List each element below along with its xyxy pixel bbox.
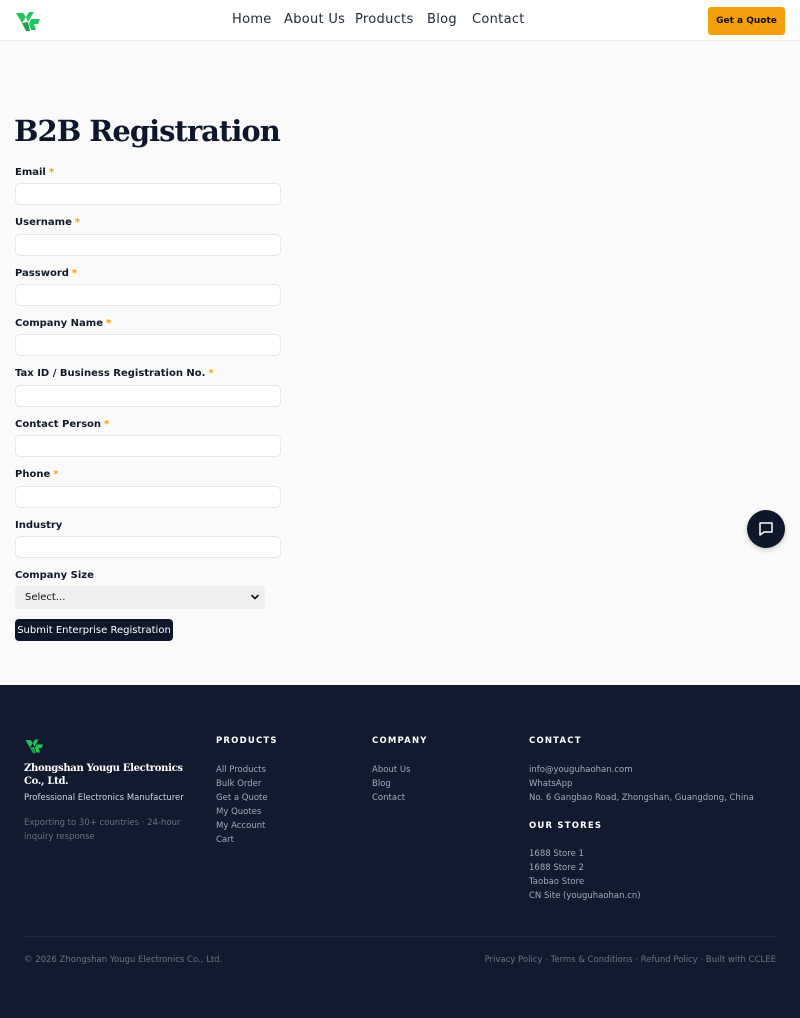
site-header: Home About Us Products Blog Contact Get … [0, 0, 800, 41]
tax-id-field[interactable] [15, 385, 281, 407]
main-nav: Home About Us Products Blog Contact [0, 12, 800, 30]
get-a-quote-button[interactable]: Get a Quote [708, 7, 785, 35]
footer-contact-whatsapp[interactable]: WhatsApp [529, 779, 572, 789]
page-title: B2B Registration [14, 114, 281, 148]
chat-button[interactable] [747, 510, 785, 548]
nav-home[interactable]: Home [232, 12, 272, 27]
footer-contact-email[interactable]: info@youguhaohan.com [529, 765, 632, 775]
footer-link-my-account[interactable]: My Account [216, 821, 265, 831]
footer-logo-icon [25, 739, 43, 754]
footer-description: Exporting to 30+ countries · 24-hour inq… [24, 818, 181, 842]
footer-company-heading: COMPANY [372, 736, 428, 746]
footer-legal-links[interactable]: Privacy Policy · Terms & Conditions · Re… [485, 955, 776, 965]
chevron-down-icon [251, 594, 259, 600]
footer-link-all-products[interactable]: All Products [216, 765, 266, 775]
username-field[interactable] [15, 234, 281, 256]
phone-label: Phone * [15, 469, 59, 480]
password-label: Password * [15, 268, 78, 279]
footer-link-cart[interactable]: Cart [216, 835, 234, 845]
site-footer [0, 685, 800, 1018]
company-size-select[interactable]: Select... [15, 586, 265, 609]
contact-person-field[interactable] [15, 435, 281, 457]
nav-products[interactable]: Products [355, 12, 414, 27]
username-label: Username * [15, 217, 81, 228]
company-name-field[interactable] [15, 334, 281, 356]
email-field[interactable] [15, 183, 281, 205]
industry-field[interactable] [15, 536, 281, 558]
footer-link-about-us[interactable]: About Us [372, 765, 410, 775]
company-name-label: Company Name * [15, 318, 112, 329]
footer-store-1688-1[interactable]: 1688 Store 1 [529, 849, 584, 859]
submit-registration-button[interactable]: Submit Enterprise Registration [15, 619, 173, 641]
tax-id-label: Tax ID / Business Registration No. * [15, 368, 214, 379]
footer-link-blog[interactable]: Blog [372, 779, 391, 789]
footer-stores-heading: OUR STORES [529, 821, 603, 831]
footer-company-name: Zhongshan Yougu Electronics Co., Ltd. [24, 763, 183, 787]
footer-link-get-a-quote[interactable]: Get a Quote [216, 793, 268, 803]
footer-store-taobao[interactable]: Taobao Store [529, 877, 584, 887]
email-label: Email * [15, 167, 55, 178]
footer-store-1688-2[interactable]: 1688 Store 2 [529, 863, 584, 873]
nav-blog[interactable]: Blog [427, 12, 457, 27]
nav-contact[interactable]: Contact [472, 12, 525, 27]
industry-label: Industry [15, 520, 63, 531]
password-field[interactable] [15, 284, 281, 306]
chat-bubble-icon [759, 522, 773, 536]
phone-field[interactable] [15, 486, 281, 508]
footer-contact-address: No. 6 Gangbao Road, Zhongshan, Guangdong… [529, 793, 754, 803]
footer-link-contact[interactable]: Contact [372, 793, 405, 803]
footer-contact-heading: CONTACT [529, 736, 582, 746]
footer-divider [24, 936, 776, 937]
footer-copyright: © 2026 Zhongshan Yougu Electronics Co., … [24, 955, 223, 965]
footer-tagline: Professional Electronics Manufacturer [24, 793, 184, 803]
nav-about-us[interactable]: About Us [284, 12, 345, 27]
footer-link-my-quotes[interactable]: My Quotes [216, 807, 261, 817]
contact-person-label: Contact Person * [15, 419, 110, 430]
footer-link-bulk-order[interactable]: Bulk Order [216, 779, 261, 789]
company-size-value: Select... [25, 592, 66, 603]
company-size-label: Company Size [15, 570, 94, 581]
footer-store-cn-site[interactable]: CN Site (youguhaohan.cn) [529, 891, 641, 901]
footer-products-heading: PRODUCTS [216, 736, 278, 746]
